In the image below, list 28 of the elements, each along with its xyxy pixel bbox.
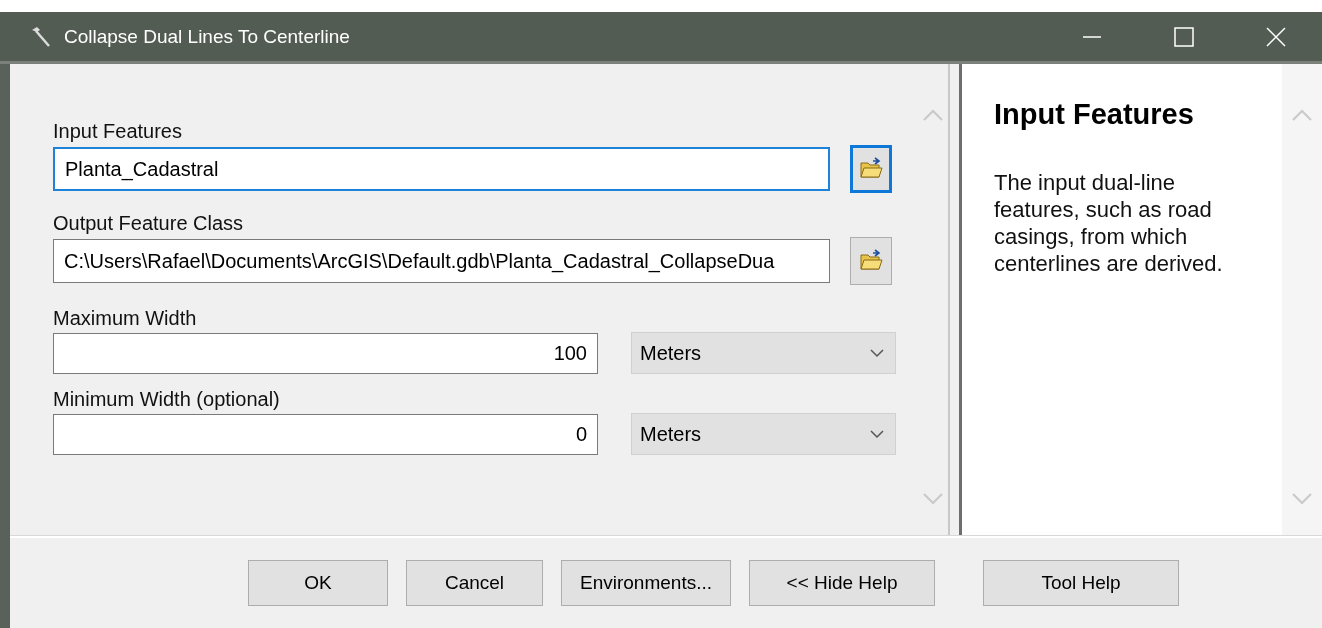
unit-dropdown[interactable]: Meters (631, 413, 896, 455)
chevron-down-icon (869, 429, 885, 439)
path-field[interactable]: Planta_Cadastral (53, 147, 830, 191)
dialog-button[interactable]: OK (248, 560, 388, 606)
chevron-down-icon (869, 348, 885, 358)
help-text: The input dual-line features, such as road casings, from which centerlines are derived. (994, 169, 1224, 277)
window-title: Collapse Dual Lines To Centerline (64, 25, 351, 48)
dialog-button[interactable]: Tool Help (983, 560, 1179, 606)
browse-button[interactable] (850, 145, 892, 193)
unit-dropdown[interactable]: Meters (631, 332, 896, 374)
parameter-label: Minimum Width (optional) (53, 388, 281, 410)
folder-icon (859, 249, 883, 273)
parameter-label: Output Feature Class (53, 212, 245, 234)
folder-icon (859, 157, 883, 181)
maximize-icon (1173, 25, 1195, 48)
dialog-button[interactable]: Environments... (561, 560, 731, 606)
close-icon (1265, 25, 1287, 48)
number-field[interactable]: 0 (53, 413, 598, 455)
splitter-bar[interactable] (948, 64, 962, 536)
parameter-label: Maximum Width (53, 307, 198, 329)
path-field[interactable]: C:\Users\Rafael\Documents\ArcGIS\Default.gdb\Planta_Cadastral_CollapseDua (53, 239, 830, 283)
parameter-label: Input Features (53, 120, 183, 142)
dialog-button[interactable]: << Hide Help (749, 560, 935, 606)
minimize-icon (1083, 35, 1101, 38)
number-field[interactable]: 100 (53, 332, 598, 374)
dialog-button[interactable]: Cancel (406, 560, 543, 606)
help-title: Input Features (994, 98, 1195, 131)
browse-button[interactable] (850, 237, 892, 285)
